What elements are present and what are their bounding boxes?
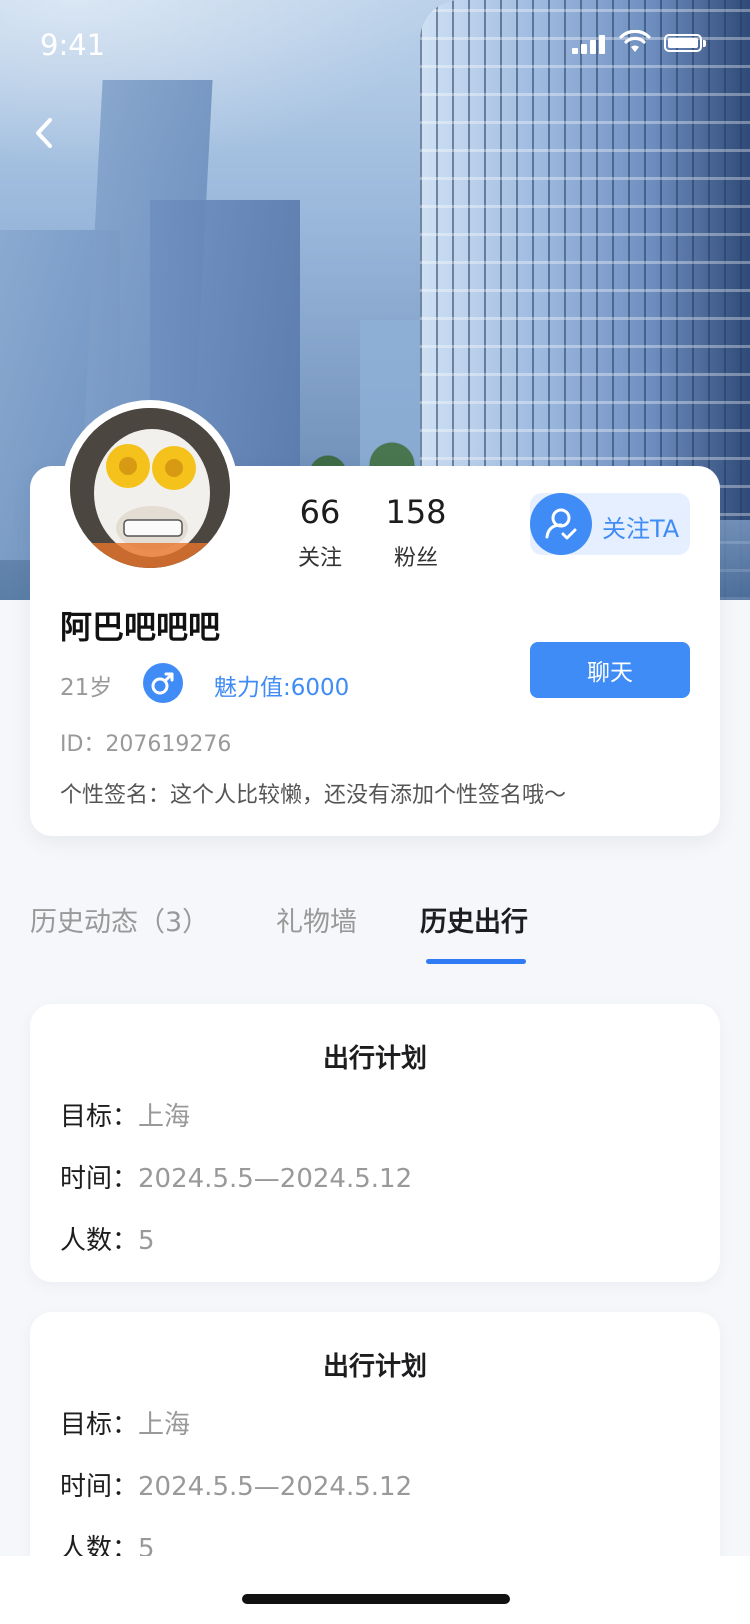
trip-target-value: 上海 [138,1410,191,1440]
home-indicator [242,1594,510,1604]
trip-target-label: 目标： [60,1410,139,1440]
trip-time-value: 2024.5.5—2024.5.12 [138,1164,413,1194]
following-stat[interactable]: 66 关注 [280,492,360,572]
user-check-icon [530,493,592,555]
tab-active-indicator [426,959,526,964]
tab-bar: 历史动态（3） 礼物墙 历史出行 [0,900,750,970]
signature: 个性签名：这个人比较懒，还没有添加个性签名哦～ [60,783,567,808]
tab-history-posts[interactable]: 历史动态（3） [30,900,209,939]
trip-target-row: 目标：上海 [60,1404,190,1441]
trip-target-row: 目标：上海 [60,1096,190,1133]
followers-stat[interactable]: 158 粉丝 [366,492,466,572]
trip-time-row: 时间：2024.5.5—2024.5.12 [60,1466,412,1503]
trip-card[interactable]: 出行计划 目标：上海 时间：2024.5.5—2024.5.12 人数：5 [30,1004,720,1282]
user-id: ID：207619276 [60,732,232,757]
trip-time-label: 时间： [60,1164,139,1194]
battery-icon [664,34,706,52]
avatar[interactable] [62,400,238,576]
tab-history-trips[interactable]: 历史出行 [420,900,528,939]
signal-icon [572,34,606,54]
trip-card[interactable]: 出行计划 目标：上海 时间：2024.5.5—2024.5.12 人数：5 [30,1312,720,1590]
following-count: 66 [299,493,341,531]
trip-target-value: 上海 [138,1102,191,1132]
trip-people-value: 5 [138,1226,155,1256]
back-arrow-icon[interactable] [26,108,66,158]
avatar-image [70,408,230,568]
trip-target-label: 目标： [60,1102,139,1132]
follow-button-label: 关注TA [602,515,680,543]
trip-time-label: 时间： [60,1472,139,1502]
profile-age: 21岁 [60,675,113,701]
chat-button[interactable]: 聊天 [530,642,690,698]
trip-people-label: 人数： [60,1226,139,1256]
male-gender-icon [143,663,183,703]
bottom-safe-area [0,1556,750,1624]
charm-value: 魅力值:6000 [214,675,350,701]
status-bar: 9:41 [0,0,750,92]
profile-name: 阿巴吧吧吧 [60,608,221,646]
dog-with-flowers-icon [70,408,230,568]
trip-people-row: 人数：5 [60,1220,155,1257]
status-time: 9:41 [40,28,106,62]
trip-time-value: 2024.5.5—2024.5.12 [138,1472,413,1502]
followers-label: 粉丝 [393,546,438,571]
wifi-icon [619,30,651,52]
following-label: 关注 [297,546,342,571]
tab-gift-wall[interactable]: 礼物墙 [276,900,357,939]
followers-count: 158 [385,493,447,531]
trip-title: 出行计划 [322,1352,427,1382]
follow-button[interactable]: 关注TA [530,493,690,555]
trip-title: 出行计划 [322,1044,427,1074]
trip-time-row: 时间：2024.5.5—2024.5.12 [60,1158,412,1195]
